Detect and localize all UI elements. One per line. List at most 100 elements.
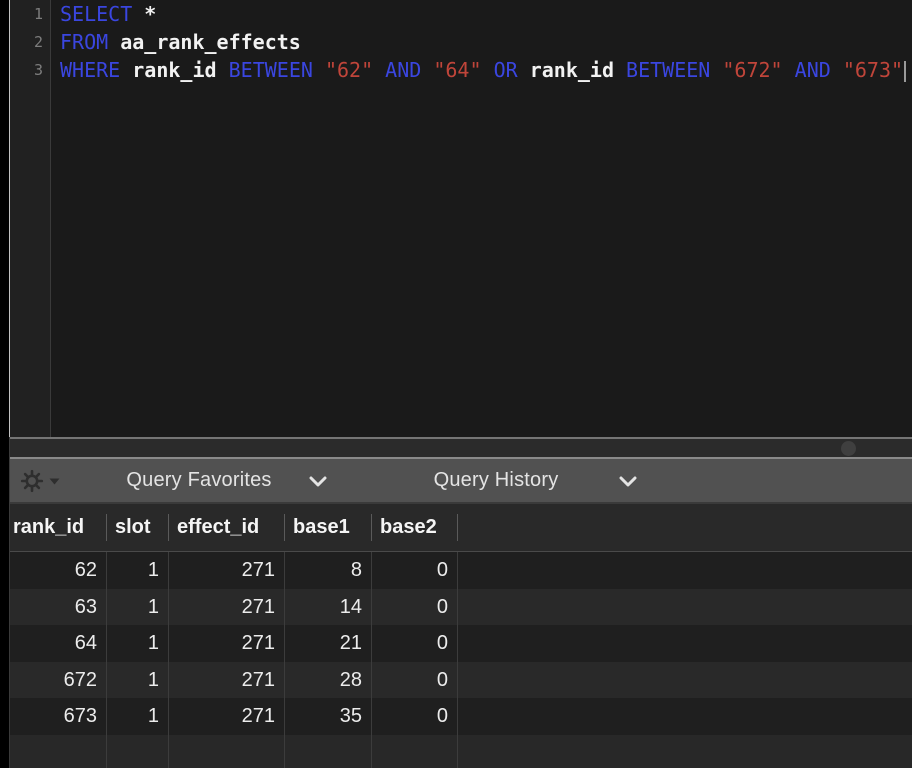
sql-token: BETWEEN bbox=[229, 58, 313, 82]
sql-token: * bbox=[144, 2, 156, 26]
sql-token bbox=[313, 58, 325, 82]
sql-token bbox=[614, 58, 626, 82]
cell-rank_id[interactable]: 63 bbox=[10, 589, 107, 626]
table-row[interactable]: 62127180 bbox=[10, 552, 912, 589]
cell-base1[interactable]: 28 bbox=[285, 662, 372, 699]
sql-token bbox=[120, 58, 132, 82]
code-line[interactable]: SELECT * bbox=[60, 0, 912, 28]
cell-rank_id[interactable]: 64 bbox=[10, 625, 107, 662]
query-history-dropdown[interactable]: Query History bbox=[396, 459, 596, 502]
cell-effect_id[interactable]: 271 bbox=[169, 662, 285, 699]
query-toolbar: Query Favorites Query History bbox=[10, 459, 912, 502]
cell-rank_id[interactable]: 673 bbox=[10, 698, 107, 735]
cell-filler bbox=[458, 552, 912, 589]
chevron-down-icon[interactable] bbox=[619, 476, 637, 487]
sql-editor[interactable]: 123 SELECT *FROM aa_rank_effectsWHERE ra… bbox=[10, 0, 912, 437]
sql-token: rank_id bbox=[132, 58, 216, 82]
cell-slot bbox=[107, 735, 169, 768]
sql-token: SELECT bbox=[60, 2, 132, 26]
line-number-gutter: 123 bbox=[10, 0, 51, 437]
table-row[interactable]: 641271210 bbox=[10, 625, 912, 662]
sql-token: "672" bbox=[722, 58, 782, 82]
sql-token: "62" bbox=[325, 58, 373, 82]
line-number: 3 bbox=[10, 56, 50, 84]
cell-base1 bbox=[285, 735, 372, 768]
cell-rank_id[interactable]: 672 bbox=[10, 662, 107, 699]
sql-token bbox=[482, 58, 494, 82]
cell-filler bbox=[458, 735, 912, 768]
column-header-base2[interactable]: base2 bbox=[372, 504, 458, 551]
chevron-down-icon[interactable] bbox=[309, 476, 327, 487]
cell-base1[interactable]: 21 bbox=[285, 625, 372, 662]
results-header-row: rank_idsloteffect_idbase1base2 bbox=[10, 504, 912, 552]
chevron-down-small-icon bbox=[49, 478, 60, 485]
gear-icon bbox=[20, 469, 44, 493]
results-grid: rank_idsloteffect_idbase1base2 621271806… bbox=[10, 504, 912, 768]
sql-token: FROM bbox=[60, 30, 108, 54]
cell-filler bbox=[458, 662, 912, 699]
table-row[interactable]: 6721271280 bbox=[10, 662, 912, 699]
cell-effect_id bbox=[169, 735, 285, 768]
cell-slot[interactable]: 1 bbox=[107, 589, 169, 626]
cell-slot[interactable]: 1 bbox=[107, 698, 169, 735]
sql-token: BETWEEN bbox=[626, 58, 710, 82]
cell-base2[interactable]: 0 bbox=[372, 625, 458, 662]
cell-base1[interactable]: 8 bbox=[285, 552, 372, 589]
editor-scrollbar-track[interactable] bbox=[10, 439, 912, 457]
sql-token bbox=[710, 58, 722, 82]
table-row[interactable]: 6731271350 bbox=[10, 698, 912, 735]
cell-rank_id bbox=[10, 735, 107, 768]
sql-token bbox=[217, 58, 229, 82]
cell-base1[interactable]: 35 bbox=[285, 698, 372, 735]
sql-token: AND bbox=[385, 58, 421, 82]
line-number: 2 bbox=[10, 28, 50, 56]
column-header-base1[interactable]: base1 bbox=[285, 504, 372, 551]
cell-effect_id[interactable]: 271 bbox=[169, 625, 285, 662]
sql-token: "64" bbox=[433, 58, 481, 82]
empty-row bbox=[10, 735, 912, 768]
sql-token bbox=[421, 58, 433, 82]
sql-token: rank_id bbox=[530, 58, 614, 82]
text-cursor bbox=[904, 61, 906, 82]
cell-base2[interactable]: 0 bbox=[372, 662, 458, 699]
line-number: 1 bbox=[10, 0, 50, 28]
sql-token bbox=[132, 2, 144, 26]
cell-effect_id[interactable]: 271 bbox=[169, 698, 285, 735]
column-header-effect_id[interactable]: effect_id bbox=[169, 504, 285, 551]
sql-token bbox=[783, 58, 795, 82]
cell-slot[interactable]: 1 bbox=[107, 625, 169, 662]
sql-client-window: 123 SELECT *FROM aa_rank_effectsWHERE ra… bbox=[0, 0, 912, 768]
sql-code-area[interactable]: SELECT *FROM aa_rank_effectsWHERE rank_i… bbox=[60, 0, 912, 437]
cell-filler bbox=[458, 625, 912, 662]
code-line[interactable]: FROM aa_rank_effects bbox=[60, 28, 912, 56]
cell-effect_id[interactable]: 271 bbox=[169, 589, 285, 626]
cell-base1[interactable]: 14 bbox=[285, 589, 372, 626]
sql-token bbox=[108, 30, 120, 54]
sql-token bbox=[518, 58, 530, 82]
cell-effect_id[interactable]: 271 bbox=[169, 552, 285, 589]
column-header-slot[interactable]: slot bbox=[107, 504, 169, 551]
sql-token: "673" bbox=[843, 58, 903, 82]
results-body: 6212718063127114064127121067212712806731… bbox=[10, 552, 912, 768]
cell-base2[interactable]: 0 bbox=[372, 698, 458, 735]
query-favorites-dropdown[interactable]: Query Favorites bbox=[99, 459, 299, 502]
sql-token bbox=[831, 58, 843, 82]
cell-slot[interactable]: 1 bbox=[107, 552, 169, 589]
cell-rank_id[interactable]: 62 bbox=[10, 552, 107, 589]
sql-token bbox=[373, 58, 385, 82]
cell-slot[interactable]: 1 bbox=[107, 662, 169, 699]
cell-base2 bbox=[372, 735, 458, 768]
cell-filler bbox=[458, 589, 912, 626]
gear-menu-button[interactable] bbox=[20, 469, 64, 493]
sql-token: AND bbox=[795, 58, 831, 82]
sql-token: OR bbox=[494, 58, 518, 82]
scrollbar-thumb[interactable] bbox=[841, 441, 856, 456]
sql-token: WHERE bbox=[60, 58, 120, 82]
table-row[interactable]: 631271140 bbox=[10, 589, 912, 626]
cell-filler bbox=[458, 698, 912, 735]
cell-base2[interactable]: 0 bbox=[372, 589, 458, 626]
code-line[interactable]: WHERE rank_id BETWEEN "62" AND "64" OR r… bbox=[60, 56, 912, 84]
sql-token: aa_rank_effects bbox=[120, 30, 301, 54]
column-header-rank_id[interactable]: rank_id bbox=[10, 504, 107, 551]
cell-base2[interactable]: 0 bbox=[372, 552, 458, 589]
